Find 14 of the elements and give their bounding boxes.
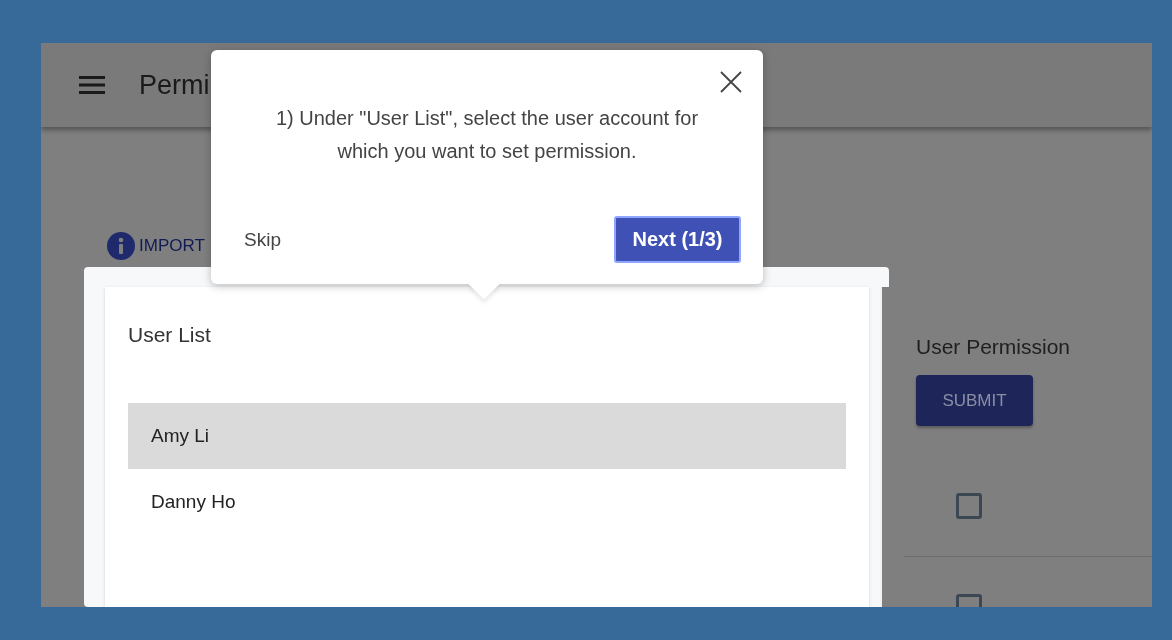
checkbox[interactable] (956, 493, 982, 519)
next-button[interactable]: Next (1/3) (614, 216, 741, 263)
user-list-item[interactable]: Danny Ho (128, 469, 846, 535)
notice-label[interactable]: IMPORT (139, 236, 205, 256)
card-title: User Permission (916, 335, 1071, 359)
card-title: User List (128, 323, 211, 347)
tour-message: 1) Under "User List", select the user account for which you want to set permission. (274, 106, 700, 164)
menu-icon[interactable] (79, 76, 105, 94)
skip-button[interactable]: Skip (241, 228, 284, 251)
user-list-item[interactable]: Amy Li (128, 403, 846, 469)
page-title: Permi (139, 69, 210, 101)
submit-button[interactable]: SUBMIT (916, 375, 1033, 426)
close-icon[interactable] (720, 71, 742, 93)
info-icon (107, 232, 135, 260)
